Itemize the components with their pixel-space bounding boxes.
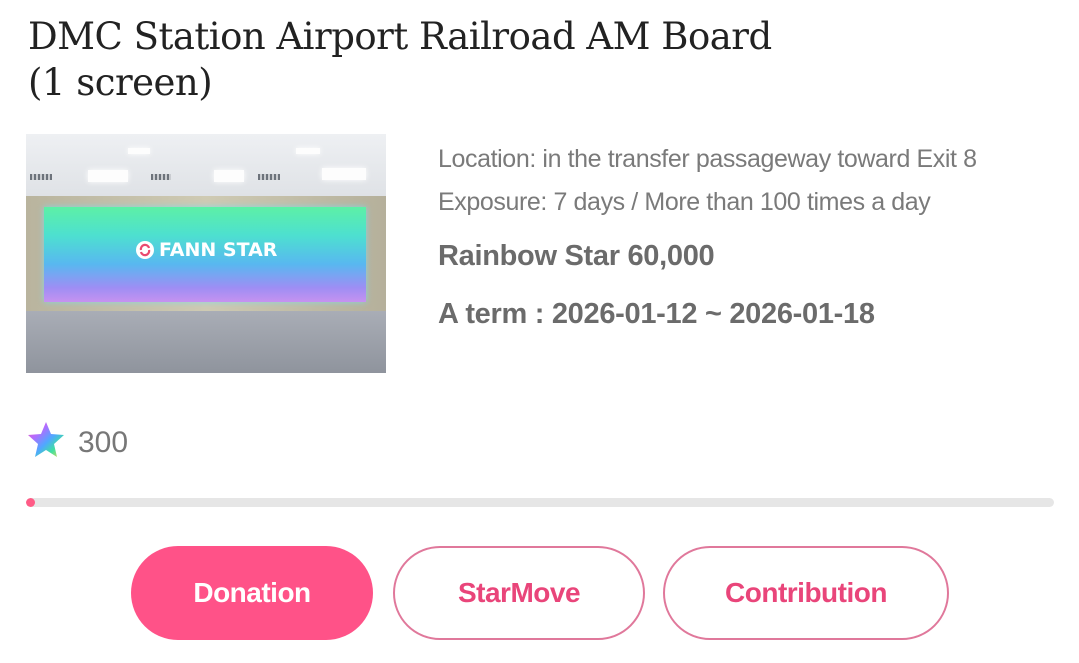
ceiling [26,134,386,196]
ceiling-vent [30,174,52,180]
funding-progress-fill [26,498,36,507]
ceiling-light [322,168,366,180]
ceiling-vent [258,174,280,180]
starmove-button[interactable]: StarMove [393,546,645,640]
ceiling-light [128,148,150,154]
ceiling-light [214,170,244,182]
ceiling-light [88,170,128,182]
star-count: 300 [78,425,129,459]
led-screen: FANN STAR [44,207,366,302]
ceiling-vent [151,174,171,180]
location-text: Location: in the transfer passageway tow… [438,145,977,173]
station-floor [26,311,386,373]
ceiling-light [296,148,320,154]
page-title: DMC Station Airport Railroad AM Board (1… [28,15,772,104]
contribution-button[interactable]: Contribution [663,546,949,640]
billboard-photo: FANN STAR [26,134,386,373]
rainbow-star-icon [26,420,66,465]
fannstar-logo-text: FANN STAR [159,239,278,261]
fannstar-logo-icon [136,241,154,259]
exposure-text: Exposure: 7 days / More than 100 times a… [438,188,931,216]
ad-info: Location: in the transfer passageway tow… [438,138,1068,334]
price-text: Rainbow Star 60,000 [438,240,715,272]
fannstar-logo: FANN STAR [136,239,277,261]
donation-button[interactable]: Donation [131,546,373,640]
funding-progress-bar [26,498,1054,507]
term-text: A term : 2026-01-12 ~ 2026-01-18 [438,298,875,330]
star-status: 300 [26,420,128,465]
